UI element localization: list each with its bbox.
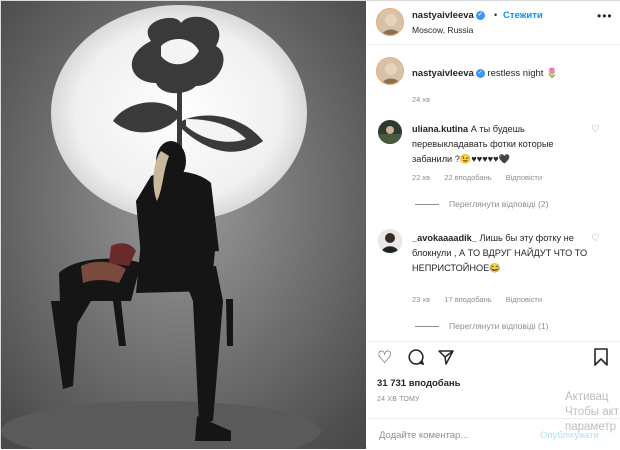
view-replies-button[interactable]: Переглянути відповіді (1) [415, 321, 548, 331]
caption-username[interactable]: nastyaivleeva [412, 68, 474, 79]
view-replies-button[interactable]: Переглянути відповіді (2) [415, 199, 548, 209]
location-link[interactable]: Moscow, Russia [412, 25, 473, 35]
avatar[interactable] [376, 8, 404, 36]
caption-avatar[interactable] [376, 57, 404, 85]
replies-divider [415, 326, 439, 328]
bookmark-icon[interactable] [593, 348, 609, 371]
comment-input[interactable]: Додайте коментар... [379, 430, 468, 441]
comment-likes[interactable]: 17 вподобань [444, 295, 491, 304]
post-time[interactable]: 24 ХВ ТОМУ [377, 396, 420, 403]
instagram-post: nastyaivleeva ✓ • Стежити Moscow, Russia … [0, 0, 620, 449]
heart-icon[interactable]: ♡ [377, 348, 392, 368]
comment-text: _avokaaaadik_ Лишь бы эту фотку не блокн… [412, 231, 592, 276]
view-replies-label: Переглянути відповіді (1) [449, 321, 549, 331]
reply-button[interactable]: Відповісти [506, 173, 542, 182]
verified-icon: ✓ [475, 68, 485, 78]
post-side-panel: nastyaivleeva ✓ • Стежити Moscow, Russia … [367, 1, 620, 449]
heart-icon[interactable]: ♡ [591, 124, 600, 135]
likes-count[interactable]: 31 731 вподобань [377, 378, 461, 389]
caption-text: nastyaivleeva ✓ restless night 🌷 [412, 68, 558, 79]
heart-icon[interactable]: ♡ [591, 233, 600, 244]
comment-time: 22 хв [412, 173, 431, 182]
caption-time: 24 хв [412, 95, 431, 104]
more-dots-icon[interactable]: ••• [597, 9, 613, 23]
photo-art [1, 1, 366, 449]
comment-icon[interactable] [407, 348, 425, 371]
share-icon[interactable] [437, 348, 455, 371]
comment-likes[interactable]: 22 вподобань [444, 173, 491, 182]
view-replies-label: Переглянути відповіді (2) [449, 199, 549, 209]
comment-text: uliana.kutina А ты будешь перевыкладават… [412, 122, 592, 167]
post-header: nastyaivleeva ✓ • Стежити Moscow, Russia … [367, 1, 620, 45]
caption-body: restless night 🌷 [487, 68, 558, 79]
commenter-avatar[interactable] [378, 229, 402, 253]
comment-time: 23 хв [412, 295, 431, 304]
post-actions: ♡ 31 731 вподобань 24 ХВ ТОМУ Активац Чт… [367, 341, 620, 449]
replies-divider [415, 204, 439, 206]
post-photo[interactable] [1, 1, 366, 449]
comment-meta: 22 хв 22 вподобань Відповісти [412, 173, 554, 182]
comment-username[interactable]: uliana.kutina [412, 124, 468, 134]
separator-dot: • [494, 10, 498, 20]
publish-button[interactable]: Опублікувати [540, 430, 599, 441]
verified-icon: ✓ [475, 10, 485, 20]
commenter-avatar[interactable] [378, 120, 402, 144]
comment-meta: 23 хв 17 вподобань Відповісти [412, 295, 554, 304]
header-username[interactable]: nastyaivleeva ✓ [412, 10, 485, 21]
watermark-line: Активац [565, 391, 609, 403]
add-comment-bar: Додайте коментар... Опублікувати [367, 418, 620, 450]
reply-button[interactable]: Відповісти [506, 295, 542, 304]
comment-username: _avokaaaadik_ [412, 233, 477, 243]
follow-button[interactable]: Стежити [503, 10, 543, 21]
